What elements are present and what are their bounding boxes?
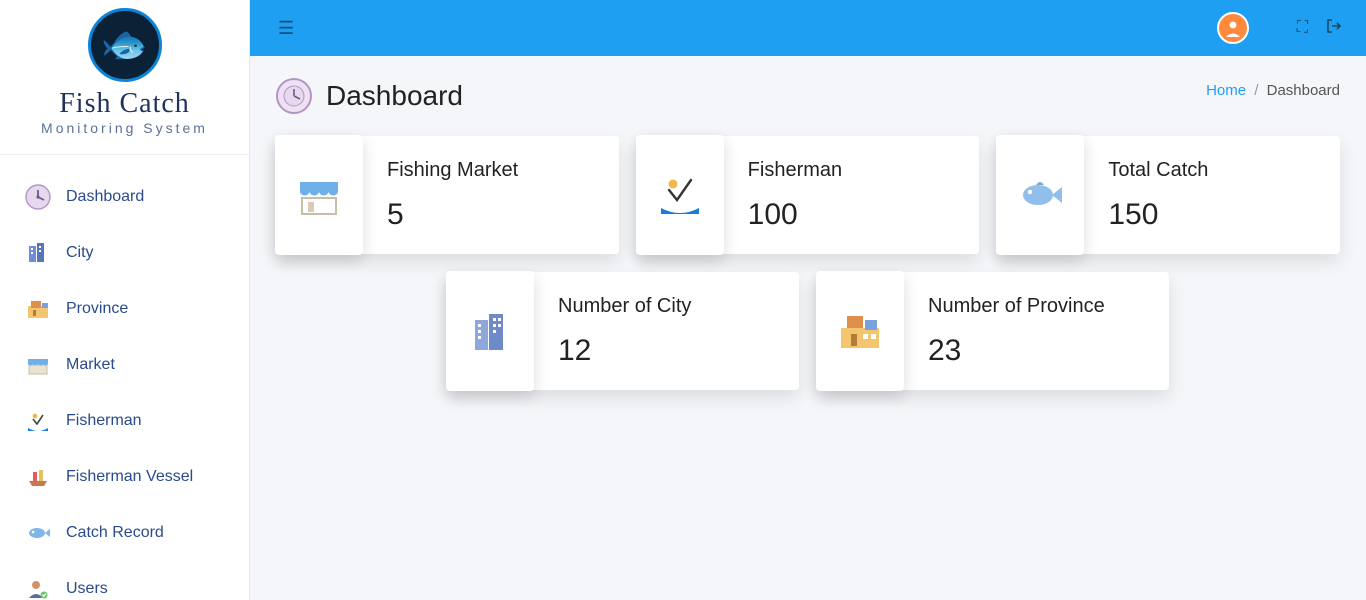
card-title: Number of Province (928, 295, 1105, 318)
brand-block: 🐟 Fish Catch Monitoring System (0, 0, 249, 155)
fisherman-card-icon (636, 135, 724, 255)
sidebar-item-label: Fisherman Vessel (66, 468, 193, 486)
card-value: 100 (748, 198, 842, 232)
breadcrumb-current: Dashboard (1267, 82, 1340, 99)
user-avatar[interactable] (1217, 12, 1249, 44)
card-fishing-market: Fishing Market 5 (276, 136, 619, 254)
fish-icon: 🐟 (101, 23, 148, 67)
province-card-icon (816, 271, 904, 391)
sidebar-item-fisherman[interactable]: Fisherman (0, 393, 249, 449)
card-value: 5 (387, 198, 518, 232)
card-fisherman: Fisherman 100 (637, 136, 980, 254)
card-value: 12 (558, 334, 691, 368)
dashboard-icon (24, 183, 52, 211)
card-number-city: Number of City 12 (447, 272, 799, 390)
sidebar-item-label: Province (66, 300, 128, 318)
card-number-province: Number of Province 23 (817, 272, 1169, 390)
cards-row-1: Fishing Market 5 Fisherman 100 Total Cat… (276, 136, 1340, 254)
page-header: Dashboard (276, 78, 1340, 114)
breadcrumb: Home / Dashboard (1206, 82, 1340, 99)
card-value: 23 (928, 334, 1105, 368)
page-title-icon (276, 78, 312, 114)
brand-subtitle: Monitoring System (0, 120, 249, 136)
card-total-catch: Total Catch 150 (997, 136, 1340, 254)
sidebar-item-market[interactable]: Market (0, 337, 249, 393)
sidebar-item-dashboard[interactable]: Dashboard (0, 169, 249, 225)
fish-card-icon (996, 135, 1084, 255)
province-icon (24, 295, 52, 323)
logout-icon[interactable] (1326, 18, 1342, 39)
brand-title: Fish Catch (0, 88, 249, 120)
breadcrumb-sep: / (1254, 82, 1258, 99)
card-title: Total Catch (1108, 159, 1208, 182)
sidebar-item-catch[interactable]: Catch Record (0, 505, 249, 561)
cards-row-2: Number of City 12 Number of Province 23 (276, 272, 1340, 390)
card-title: Fishing Market (387, 159, 518, 182)
page-title: Dashboard (326, 80, 463, 112)
sidebar: 🐟 Fish Catch Monitoring System Dashboard… (0, 0, 250, 600)
catch-icon (24, 519, 52, 547)
sidebar-item-label: Users (66, 580, 108, 598)
market-card-icon (275, 135, 363, 255)
users-icon (24, 575, 52, 600)
city-icon (24, 239, 52, 267)
fullscreen-icon[interactable]: ⛶ (1297, 19, 1308, 37)
sidebar-item-users[interactable]: Users (0, 561, 249, 600)
breadcrumb-home[interactable]: Home (1206, 82, 1246, 99)
fisherman-icon (24, 407, 52, 435)
sidebar-item-province[interactable]: Province (0, 281, 249, 337)
menu-toggle-icon[interactable]: ☰ (278, 18, 294, 39)
vessel-icon (24, 463, 52, 491)
card-title: Number of City (558, 295, 691, 318)
sidebar-item-vessel[interactable]: Fisherman Vessel (0, 449, 249, 505)
content: Home / Dashboard Dashboard Fishing Marke… (250, 56, 1366, 600)
sidebar-item-label: City (66, 244, 94, 262)
sidebar-item-label: Catch Record (66, 524, 164, 542)
sidebar-item-label: Dashboard (66, 188, 144, 206)
card-title: Fisherman (748, 159, 842, 182)
sidebar-item-label: Fisherman (66, 412, 142, 430)
sidebar-item-label: Market (66, 356, 115, 374)
topbar: ☰ ⛶ (250, 0, 1366, 56)
sidebar-nav: Dashboard City Province Market Fisherman… (0, 155, 249, 600)
sidebar-item-city[interactable]: City (0, 225, 249, 281)
card-value: 150 (1108, 198, 1208, 232)
market-icon (24, 351, 52, 379)
brand-logo: 🐟 (88, 8, 162, 82)
city-card-icon (446, 271, 534, 391)
